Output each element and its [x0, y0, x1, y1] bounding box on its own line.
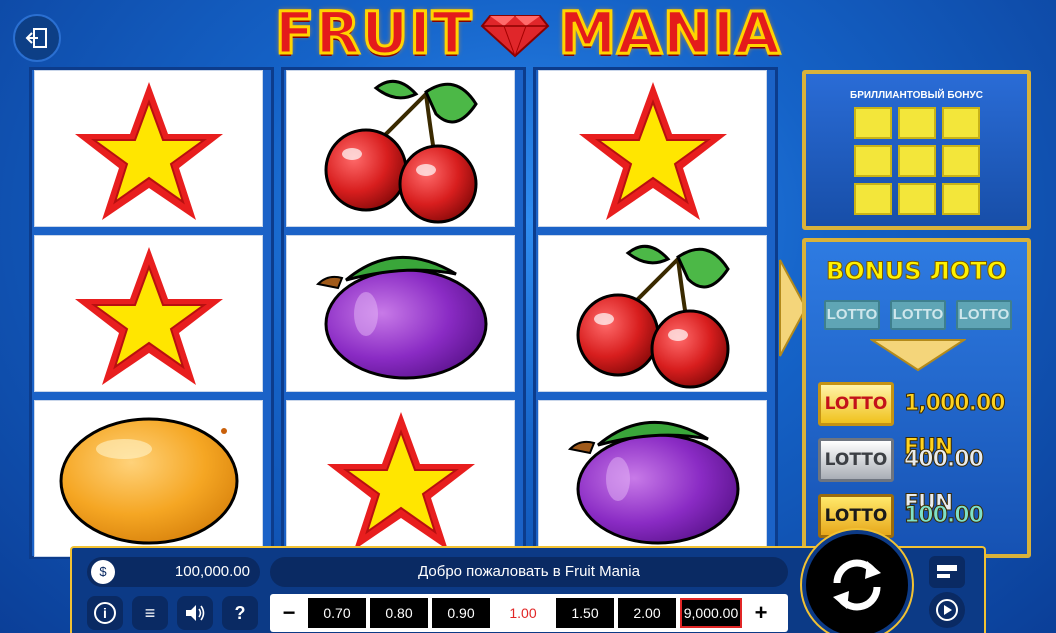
- game-logo: FRUIT MANIA: [222, 0, 834, 66]
- exit-button[interactable]: [13, 14, 61, 62]
- lotto-slot: LOTTO: [824, 300, 880, 330]
- reel-3-cell: [538, 70, 767, 227]
- bet-decrease-button[interactable]: −: [274, 598, 304, 628]
- bet-option[interactable]: 2.00: [618, 598, 676, 628]
- balance-display: $ 100,000.00: [87, 557, 260, 587]
- plum-icon: [315, 255, 487, 379]
- diamond-bonus-title: БРИЛЛИАНТОВЫЙ БОНУС: [850, 90, 983, 101]
- lotto-slot: LOTTO: [956, 300, 1012, 330]
- diamond-slot: [898, 183, 936, 215]
- diamond-slot: [898, 107, 936, 139]
- star-icon: [578, 81, 727, 220]
- cherries-icon: [324, 79, 478, 223]
- diamond-icon: [481, 15, 550, 58]
- diamond-slot: [854, 107, 892, 139]
- bonus-lotto-title: BONUS ЛОТО: [825, 257, 1008, 286]
- star-icon: [74, 246, 223, 385]
- diamond-slot: [942, 183, 980, 215]
- info-icon: i: [94, 602, 116, 624]
- autoplay-icon: [936, 599, 958, 621]
- logo-word-fruit: FRUIT: [273, 0, 473, 67]
- orange-icon: [59, 417, 238, 544]
- arrow-down-icon: [870, 339, 966, 372]
- exit-icon: [25, 28, 47, 48]
- menu-button[interactable]: ≡: [132, 596, 168, 630]
- total-bet-display: 9,000.00: [680, 598, 742, 628]
- plum-icon: [567, 420, 739, 544]
- lotto-silver-badge: LOTTO: [818, 438, 894, 482]
- star-icon: [326, 411, 475, 550]
- lotto-gold-badge: LOTTO: [818, 382, 894, 426]
- autoplay-button[interactable]: [929, 592, 965, 628]
- reel-1-cell: [34, 235, 263, 392]
- lotto-bronze-value: 100.00 FUN: [904, 503, 985, 573]
- reel-3-cell: [538, 235, 767, 392]
- diamond-slot: [942, 107, 980, 139]
- bet-option[interactable]: 1.50: [556, 598, 614, 628]
- diamond-slot: [898, 145, 936, 177]
- paytable-icon: [937, 565, 957, 578]
- reel-2-cell: [286, 400, 515, 557]
- bet-option-selected[interactable]: 1.00: [494, 598, 552, 628]
- bet-option[interactable]: 0.70: [308, 598, 366, 628]
- bet-option[interactable]: 0.80: [370, 598, 428, 628]
- bonus-lotto-panel: BONUS ЛОТО LOTTO LOTTO LOTTO LOTTO 1,000…: [802, 238, 1031, 573]
- logo-word-mania: MANIA: [557, 0, 782, 67]
- bet-option[interactable]: 0.90: [432, 598, 490, 628]
- lotto-silver-value: 400.00 FUN: [904, 447, 985, 517]
- star-icon: [74, 81, 223, 220]
- money-bag-icon: $: [91, 560, 115, 584]
- reel-1-cell: [34, 400, 263, 557]
- info-button[interactable]: i: [87, 596, 123, 630]
- lotto-gold-value: 1,000.00 FUN: [904, 391, 1007, 461]
- reel-2-cell: [286, 70, 515, 227]
- diamond-bonus-grid: [854, 107, 980, 215]
- help-icon: ?: [234, 602, 246, 623]
- reel-2-cell: [286, 235, 515, 392]
- diamond-slot: [942, 145, 980, 177]
- reel-1-cell: [34, 70, 263, 227]
- speaker-icon: [186, 605, 205, 621]
- cherries-icon: [576, 244, 730, 388]
- help-button[interactable]: ?: [222, 596, 258, 630]
- menu-icon: ≡: [144, 602, 156, 623]
- spin-arrows-icon: [833, 559, 881, 611]
- diamond-slot: [854, 145, 892, 177]
- spin-button[interactable]: [802, 530, 912, 633]
- balance-value: 100,000.00: [174, 563, 250, 580]
- reel-3-cell: [538, 400, 767, 557]
- sound-button[interactable]: [177, 596, 213, 630]
- bet-selector: − 0.70 0.80 0.90 1.00 1.50 2.00 9,000.00…: [270, 594, 788, 632]
- lotto-slot: LOTTO: [890, 300, 946, 330]
- bet-increase-button[interactable]: +: [746, 598, 776, 628]
- paytable-button[interactable]: [929, 556, 965, 588]
- diamond-slot: [854, 183, 892, 215]
- message-display: Добро пожаловать в Fruit Mania: [270, 557, 788, 587]
- diamond-bonus-panel: БРИЛЛИАНТОВЫЙ БОНУС: [802, 70, 1031, 230]
